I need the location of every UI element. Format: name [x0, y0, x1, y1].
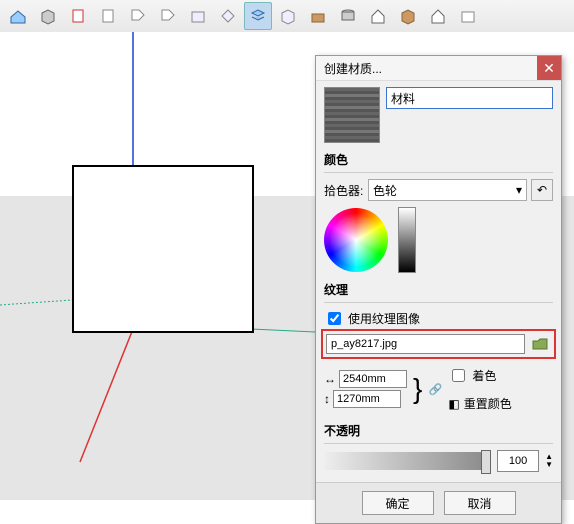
material-preview: [324, 87, 380, 143]
tool-house3d-icon[interactable]: [4, 2, 32, 30]
tool-box-icon[interactable]: [184, 2, 212, 30]
axis-x-green: [250, 329, 315, 332]
tool-box4-icon[interactable]: [454, 2, 482, 30]
reset-color-icon[interactable]: ◧: [448, 397, 459, 411]
browse-texture-button[interactable]: [529, 334, 551, 354]
panel-title: 创建材质...: [324, 60, 382, 77]
colorize-checkbox[interactable]: [452, 369, 465, 382]
picker-label: 拾色器:: [324, 182, 364, 199]
brace-icon: }: [413, 379, 422, 399]
tool-house-icon[interactable]: [364, 2, 392, 30]
texture-file-input[interactable]: [326, 334, 525, 354]
texture-width-input[interactable]: [339, 370, 407, 388]
main-toolbar: [0, 0, 574, 33]
tool-doc2-icon[interactable]: [94, 2, 122, 30]
opacity-slider[interactable]: [324, 452, 491, 470]
tool-doc-icon[interactable]: [64, 2, 92, 30]
material-name-input[interactable]: [386, 87, 553, 109]
create-material-panel: 创建材质... ✕ 颜色 拾色器: 色轮▾ ↶ 纹理 使用纹理图像: [315, 55, 562, 524]
tool-layers-icon[interactable]: [244, 2, 272, 30]
width-icon: ↔: [324, 372, 336, 386]
ok-button[interactable]: 确定: [362, 491, 434, 515]
picker-back-button[interactable]: ↶: [531, 179, 553, 201]
color-wheel[interactable]: [324, 208, 388, 272]
picker-select[interactable]: 色轮▾: [368, 179, 527, 201]
axis-y-red: [80, 329, 133, 462]
value-slider[interactable]: [398, 207, 416, 273]
tool-box3-icon[interactable]: [394, 2, 422, 30]
close-button[interactable]: ✕: [537, 56, 561, 80]
tool-diamond-icon[interactable]: [214, 2, 242, 30]
texture-section-label: 纹理: [324, 281, 553, 298]
tool-cube-icon[interactable]: [34, 2, 62, 30]
chevron-down-icon: ▾: [516, 183, 522, 197]
opacity-stepper[interactable]: ▲▼: [545, 453, 553, 469]
color-section-label: 颜色: [324, 151, 553, 168]
tool-tag2-icon[interactable]: [154, 2, 182, 30]
use-texture-checkbox[interactable]: [328, 312, 341, 325]
tool-house2-icon[interactable]: [424, 2, 452, 30]
texture-height-input[interactable]: [333, 390, 401, 408]
tool-cylinder-icon[interactable]: [334, 2, 362, 30]
cancel-button[interactable]: 取消: [444, 491, 516, 515]
tool-drawer-icon[interactable]: [304, 2, 332, 30]
link-aspect-icon[interactable]: 🔗: [428, 382, 442, 396]
height-icon: ↕: [324, 392, 330, 406]
opacity-section-label: 不透明: [324, 422, 553, 439]
panel-titlebar[interactable]: 创建材质... ✕: [316, 56, 561, 81]
tool-cube2-icon[interactable]: [274, 2, 302, 30]
drawn-rectangle[interactable]: [72, 165, 254, 333]
opacity-input[interactable]: [497, 450, 539, 472]
tool-tag-icon[interactable]: [124, 2, 152, 30]
use-texture-label: 使用纹理图像: [348, 310, 420, 327]
axis-x-green-neg: [0, 300, 72, 305]
texture-file-row-highlighted: [324, 332, 553, 356]
